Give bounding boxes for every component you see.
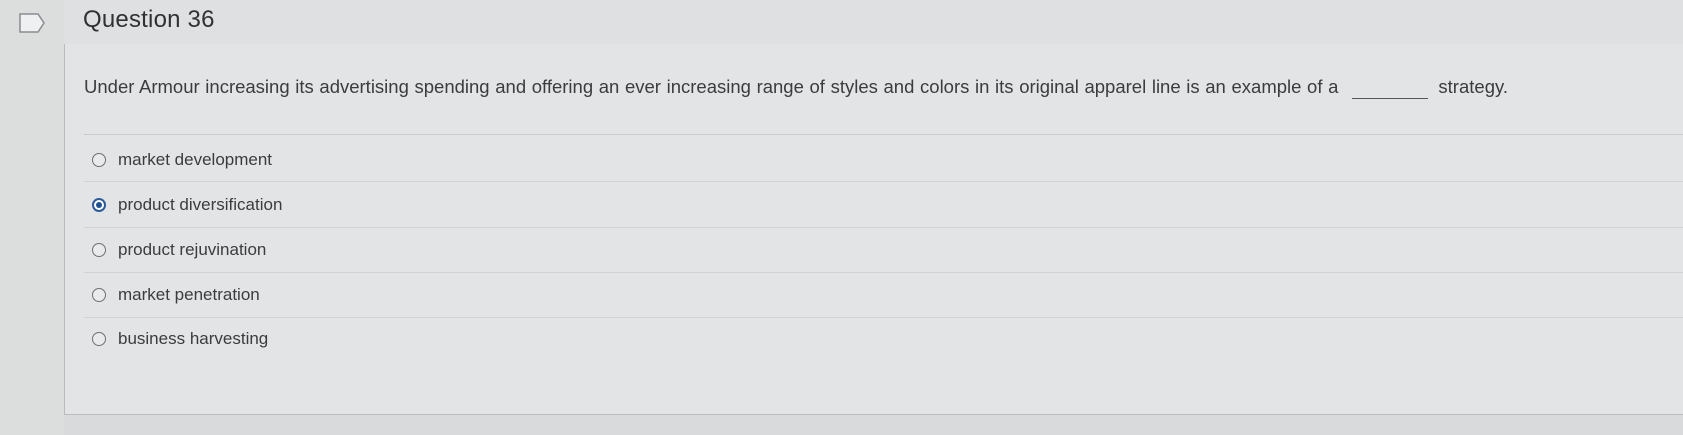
option-market-penetration[interactable]: market penetration: [92, 280, 260, 310]
radio-button[interactable]: [92, 153, 106, 167]
question-divider: [84, 134, 1683, 135]
option-label: market penetration: [118, 285, 260, 304]
option-label: product diversification: [118, 195, 283, 214]
question-text-after: strategy.: [1438, 76, 1508, 97]
answer-blank: ​: [1352, 76, 1429, 99]
option-market-development[interactable]: market development: [92, 145, 272, 175]
option-label: business harvesting: [118, 329, 269, 348]
option-product-diversification[interactable]: product diversification: [92, 190, 282, 220]
option-divider: [84, 272, 1683, 273]
option-label: product rejuvination: [118, 240, 267, 259]
flag-icon[interactable]: [18, 12, 46, 34]
radio-button[interactable]: [92, 332, 106, 346]
radio-button[interactable]: [92, 288, 106, 302]
option-product-rejuvination[interactable]: product rejuvination: [92, 235, 266, 265]
option-divider: [84, 317, 1683, 318]
option-divider: [84, 227, 1683, 228]
question-text: Under Armour increasing its advertising …: [84, 76, 1508, 99]
left-gutter: [0, 0, 64, 435]
radio-button-selected[interactable]: [92, 198, 106, 212]
question-header: [64, 0, 1683, 45]
option-divider: [84, 181, 1683, 182]
question-text-before: Under Armour increasing its advertising …: [84, 76, 1339, 97]
question-title: Question 36: [83, 6, 215, 33]
option-label: market development: [118, 150, 273, 169]
question-card: [64, 44, 1683, 415]
radio-button[interactable]: [92, 243, 106, 257]
option-business-harvesting[interactable]: business harvesting: [92, 324, 268, 354]
